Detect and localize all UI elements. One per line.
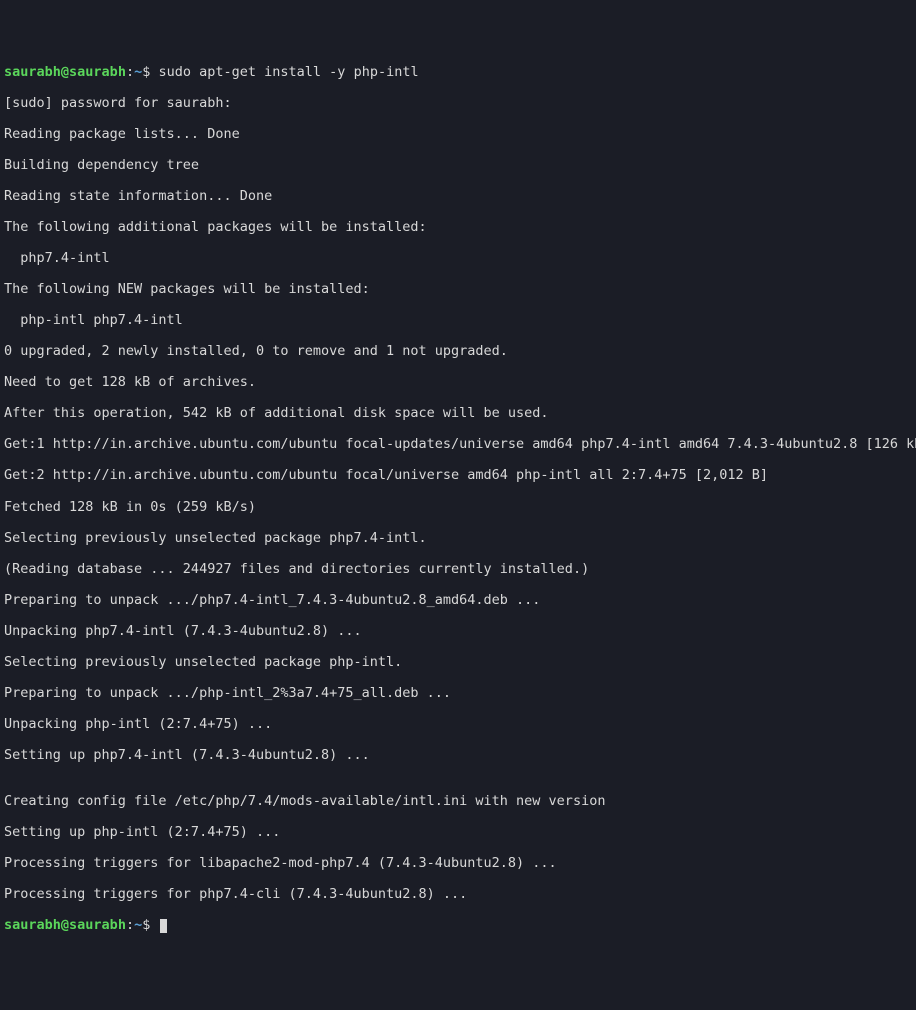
prompt-line-2[interactable]: saurabh@saurabh:~$ <box>4 918 912 934</box>
output-line: The following NEW packages will be insta… <box>4 282 912 298</box>
prompt-dollar: $ <box>142 64 158 80</box>
output-line: 0 upgraded, 2 newly installed, 0 to remo… <box>4 344 912 360</box>
output-line: After this operation, 542 kB of addition… <box>4 406 912 422</box>
prompt-path: ~ <box>134 64 142 80</box>
output-line: Creating config file /etc/php/7.4/mods-a… <box>4 794 912 810</box>
cursor-icon <box>160 919 167 933</box>
prompt-at: @ <box>61 64 69 80</box>
prompt-host: saurabh <box>69 64 126 80</box>
prompt-at: @ <box>61 917 69 933</box>
output-line: php7.4-intl <box>4 251 912 267</box>
output-line: Unpacking php7.4-intl (7.4.3-4ubuntu2.8)… <box>4 624 912 640</box>
output-line: Reading state information... Done <box>4 189 912 205</box>
prompt-colon: : <box>126 917 134 933</box>
output-line: Processing triggers for libapache2-mod-p… <box>4 856 912 872</box>
command-text: sudo apt-get install -y php-intl <box>159 64 419 80</box>
output-line: Unpacking php-intl (2:7.4+75) ... <box>4 717 912 733</box>
output-line: Selecting previously unselected package … <box>4 655 912 671</box>
output-line: Setting up php7.4-intl (7.4.3-4ubuntu2.8… <box>4 748 912 764</box>
output-line: (Reading database ... 244927 files and d… <box>4 562 912 578</box>
output-line: Preparing to unpack .../php-intl_2%3a7.4… <box>4 686 912 702</box>
prompt-host: saurabh <box>69 917 126 933</box>
output-line: Processing triggers for php7.4-cli (7.4.… <box>4 887 912 903</box>
output-line: Get:1 http://in.archive.ubuntu.com/ubunt… <box>4 437 912 453</box>
prompt-dollar: $ <box>142 917 158 933</box>
output-line: Reading package lists... Done <box>4 127 912 143</box>
output-line: Selecting previously unselected package … <box>4 531 912 547</box>
output-line: php-intl php7.4-intl <box>4 313 912 329</box>
prompt-user: saurabh <box>4 917 61 933</box>
output-line: Preparing to unpack .../php7.4-intl_7.4.… <box>4 593 912 609</box>
prompt-path: ~ <box>134 917 142 933</box>
output-line: [sudo] password for saurabh: <box>4 96 912 112</box>
output-line: The following additional packages will b… <box>4 220 912 236</box>
output-line: Fetched 128 kB in 0s (259 kB/s) <box>4 500 912 516</box>
output-line: Setting up php-intl (2:7.4+75) ... <box>4 825 912 841</box>
output-line: Get:2 http://in.archive.ubuntu.com/ubunt… <box>4 468 912 484</box>
output-line: Building dependency tree <box>4 158 912 174</box>
prompt-colon: : <box>126 64 134 80</box>
prompt-user: saurabh <box>4 64 61 80</box>
output-line: Need to get 128 kB of archives. <box>4 375 912 391</box>
prompt-line-1[interactable]: saurabh@saurabh:~$ sudo apt-get install … <box>4 65 912 81</box>
